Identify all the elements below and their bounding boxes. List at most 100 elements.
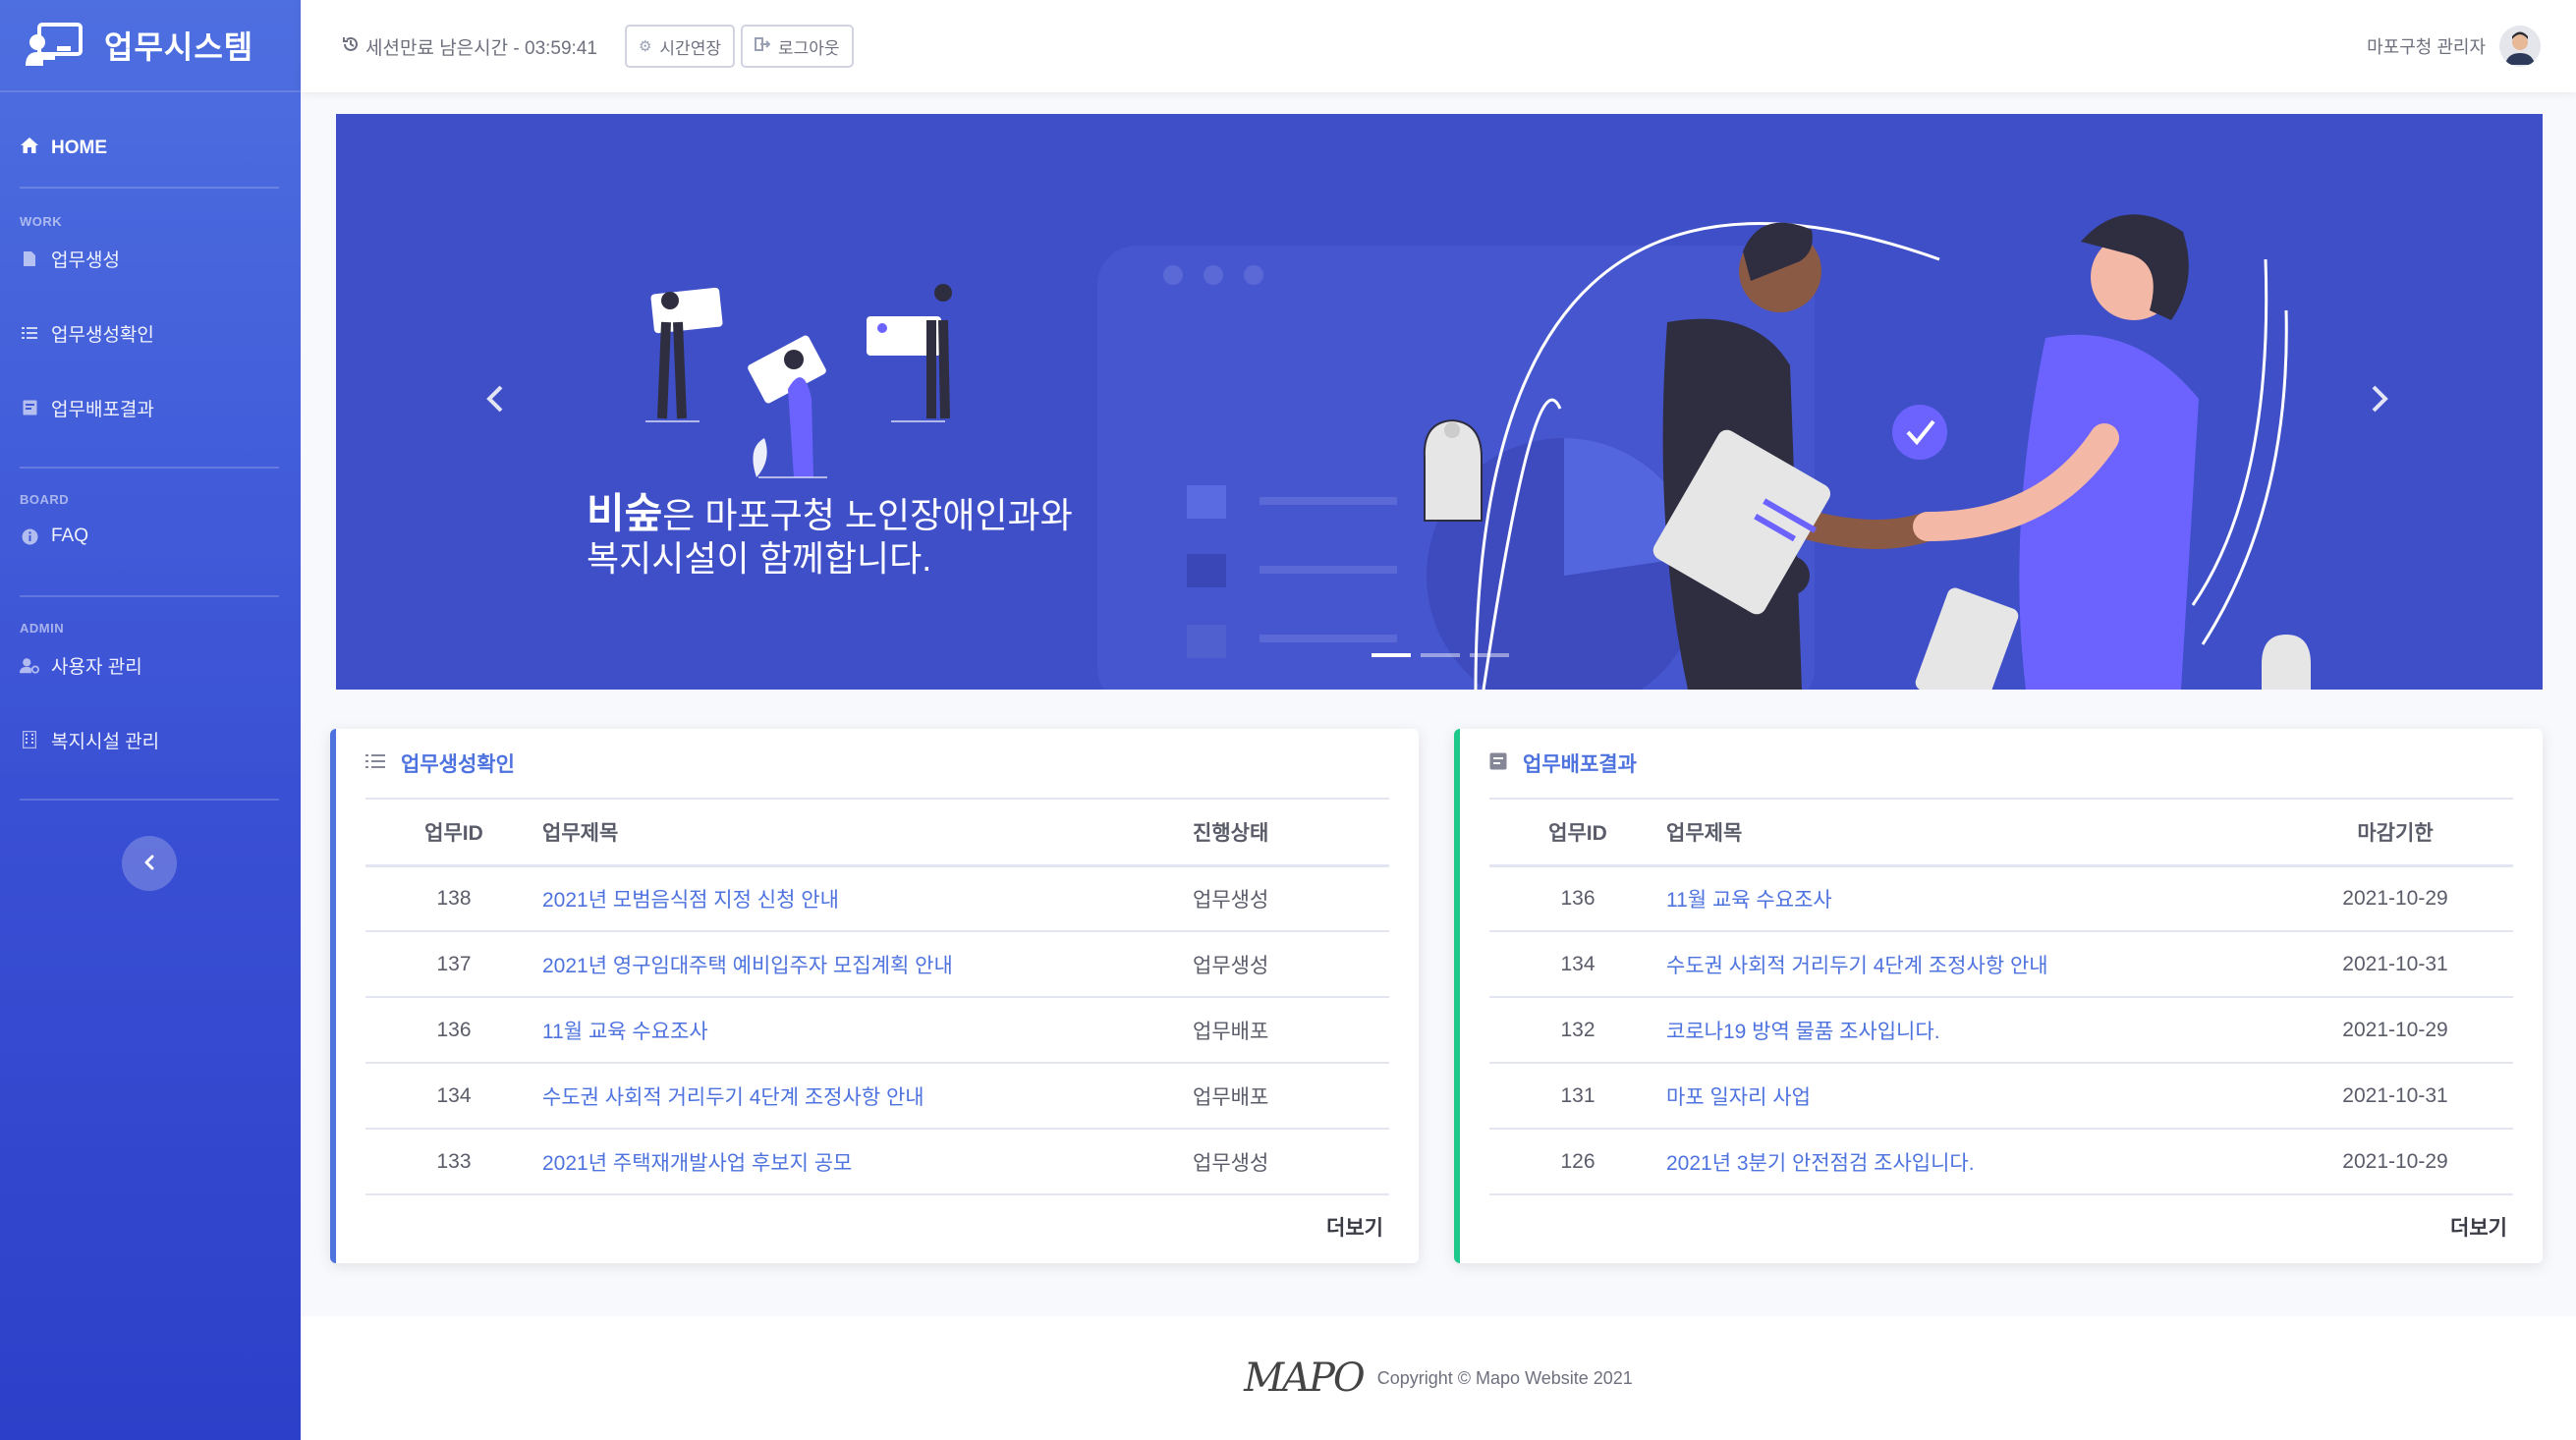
column-header: 업무제목 [1666, 798, 2277, 867]
task-id: 134 [365, 1063, 542, 1130]
history-icon [342, 35, 360, 58]
task-status: 업무배포 [1193, 997, 1389, 1064]
task-deadline: 2021-10-29 [2277, 997, 2513, 1064]
report-icon [1489, 752, 1507, 775]
task-deadline: 2021-10-29 [2277, 865, 2513, 932]
list-icon [365, 753, 385, 774]
table-row: 136 11월 교육 수요조사 2021-10-29 [1489, 865, 2513, 932]
task-id: 136 [365, 997, 542, 1064]
file-icon [20, 250, 39, 267]
hero-carousel[interactable]: 비숲은 마포구청 노인장애인과와 복지시설이 함께합니다. [336, 114, 2543, 690]
task-results-table: 업무ID 업무제목 마감기한 136 11월 교육 수요조사 2021-10-2… [1489, 798, 2513, 1195]
banner-line1: 은 마포구청 노인장애인과와 [662, 495, 1073, 535]
task-id: 132 [1489, 997, 1666, 1064]
copyright-text: Copyright © Mapo Website 2021 [1376, 1367, 1633, 1388]
task-status: 업무생성 [1193, 865, 1389, 932]
carousel-next-button[interactable] [2370, 379, 2389, 423]
banner-headline: 비숲은 마포구청 노인장애인과와 복지시설이 함께합니다. [587, 492, 1073, 581]
task-title-link[interactable]: 수도권 사회적 거리두기 4단계 조정사항 안내 [1666, 931, 2277, 998]
report-icon [20, 400, 39, 415]
user-name: 마포구청 관리자 [2367, 37, 2486, 57]
table-row: 136 11월 교육 수요조사 업무배포 [365, 997, 1389, 1064]
table-row: 131 마포 일자리 사업 2021-10-31 [1489, 1063, 2513, 1130]
carousel-indicators [1372, 653, 1509, 657]
card-title: 업무배포결과 [1523, 753, 1637, 776]
home-icon [20, 137, 39, 160]
sidebar-item-label: 복지시설 관리 [51, 731, 160, 752]
list-icon [20, 326, 39, 340]
nav-home-label: HOME [51, 138, 107, 158]
sidebar-toggle-button[interactable] [122, 836, 177, 891]
column-header: 업무ID [1489, 798, 1666, 867]
mapo-logo: MAPO [1244, 1356, 1366, 1401]
task-id: 138 [365, 865, 542, 932]
sidebar-item-create-task[interactable]: 업무생성 [0, 221, 301, 296]
task-id: 137 [365, 931, 542, 998]
task-deadline: 2021-10-31 [2277, 1063, 2513, 1130]
sidebar-item-faq[interactable]: FAQ [0, 499, 301, 574]
user-menu[interactable]: 마포구청 관리자 [2367, 26, 2541, 67]
carousel-indicator[interactable] [1372, 653, 1411, 657]
extend-session-button[interactable]: ⚙ 시간연장 [624, 25, 735, 68]
table-row: 138 2021년 모범음식점 지정 신청 안내 업무생성 [365, 865, 1389, 932]
logout-button[interactable]: 로그아웃 [740, 25, 854, 68]
task-title-link[interactable]: 수도권 사회적 거리두기 4단계 조정사항 안내 [542, 1063, 1193, 1130]
carousel-prev-button[interactable] [485, 379, 505, 423]
task-check-table: 업무ID 업무제목 진행상태 138 2021년 모범음식점 지정 신청 안내 … [365, 798, 1389, 1195]
carousel-indicator[interactable] [1421, 653, 1460, 657]
brand[interactable]: 업무시스템 [0, 0, 301, 92]
carousel-indicator[interactable] [1470, 653, 1509, 657]
topbar: 세션만료 남은시간 - 03:59:41 ⚙ 시간연장 로그아웃 마포구청 관리… [301, 0, 2576, 92]
column-header: 진행상태 [1193, 798, 1389, 867]
sidebar-divider [20, 799, 279, 801]
sidebar-item-facility-management[interactable]: 복지시설 관리 [0, 702, 301, 777]
user-cog-icon [20, 657, 39, 674]
table-row: 133 2021년 주택재개발사업 후보지 공모 업무생성 [365, 1129, 1389, 1195]
banner-illustration [645, 214, 2311, 690]
sidebar-item-label: 업무생성확인 [51, 324, 154, 346]
brand-title: 업무시스템 [104, 29, 254, 65]
chevron-right-icon [2372, 385, 2388, 413]
chalkboard-teacher-icon [26, 23, 83, 68]
task-deadline: 2021-10-29 [2277, 1129, 2513, 1195]
nav-home[interactable]: HOME [0, 110, 301, 187]
sidebar-item-label: 업무배포결과 [51, 399, 154, 420]
session-timer: 세션만료 남은시간 - 03:59:41 [342, 33, 597, 60]
column-header: 업무ID [365, 798, 542, 867]
task-title-link[interactable]: 마포 일자리 사업 [1666, 1063, 2277, 1130]
chevron-left-icon [486, 385, 503, 413]
task-title-link[interactable]: 2021년 영구임대주택 예비입주자 모집계획 안내 [542, 931, 1193, 998]
card-header: 업무배포결과 [1460, 729, 2543, 798]
sidebar-item-task-results[interactable]: 업무배포결과 [0, 370, 301, 445]
session-text: 세션만료 남은시간 - 03:59:41 [365, 37, 597, 59]
task-title-link[interactable]: 11월 교육 수요조사 [1666, 865, 2277, 932]
task-id: 136 [1489, 865, 1666, 932]
sidebar-item-user-management[interactable]: 사용자 관리 [0, 628, 301, 702]
cogs-icon: ⚙ [638, 38, 652, 55]
logout-label: 로그아웃 [777, 38, 840, 58]
footer: MAPO Copyright © Mapo Website 2021 [301, 1316, 2576, 1440]
banner-line2: 복지시설이 함께합니다. [587, 538, 932, 579]
task-title-link[interactable]: 2021년 3분기 안전점검 조사입니다. [1666, 1129, 2277, 1195]
task-check-card: 업무생성확인 업무ID 업무제목 진행상태 138 2021년 모범음식점 지정… [330, 729, 1419, 1263]
table-row: 132 코로나19 방역 물품 조사입니다. 2021-10-29 [1489, 997, 2513, 1064]
building-icon [20, 731, 39, 748]
task-title-link[interactable]: 2021년 주택재개발사업 후보지 공모 [542, 1129, 1193, 1195]
task-results-card: 업무배포결과 업무ID 업무제목 마감기한 136 11월 교육 수요조사 20… [1454, 729, 2543, 1263]
task-title-link[interactable]: 11월 교육 수요조사 [542, 997, 1193, 1064]
sign-out-icon [754, 37, 771, 55]
task-title-link[interactable]: 코로나19 방역 물품 조사입니다. [1666, 997, 2277, 1064]
card-title: 업무생성확인 [401, 753, 515, 776]
chevron-left-icon [143, 851, 155, 876]
task-title-link[interactable]: 2021년 모범음식점 지정 신청 안내 [542, 865, 1193, 932]
info-circle-icon [20, 528, 39, 545]
card-header: 업무생성확인 [336, 729, 1419, 798]
task-id: 131 [1489, 1063, 1666, 1130]
extend-session-label: 시간연장 [659, 38, 721, 58]
table-row: 134 수도권 사회적 거리두기 4단계 조정사항 안내 업무배포 [365, 1063, 1389, 1130]
more-link[interactable]: 더보기 [2450, 1212, 2507, 1242]
sidebar-item-label: FAQ [51, 526, 89, 546]
more-link[interactable]: 더보기 [1326, 1212, 1383, 1242]
table-row: 134 수도권 사회적 거리두기 4단계 조정사항 안내 2021-10-31 [1489, 931, 2513, 998]
sidebar-item-task-check[interactable]: 업무생성확인 [0, 296, 301, 370]
